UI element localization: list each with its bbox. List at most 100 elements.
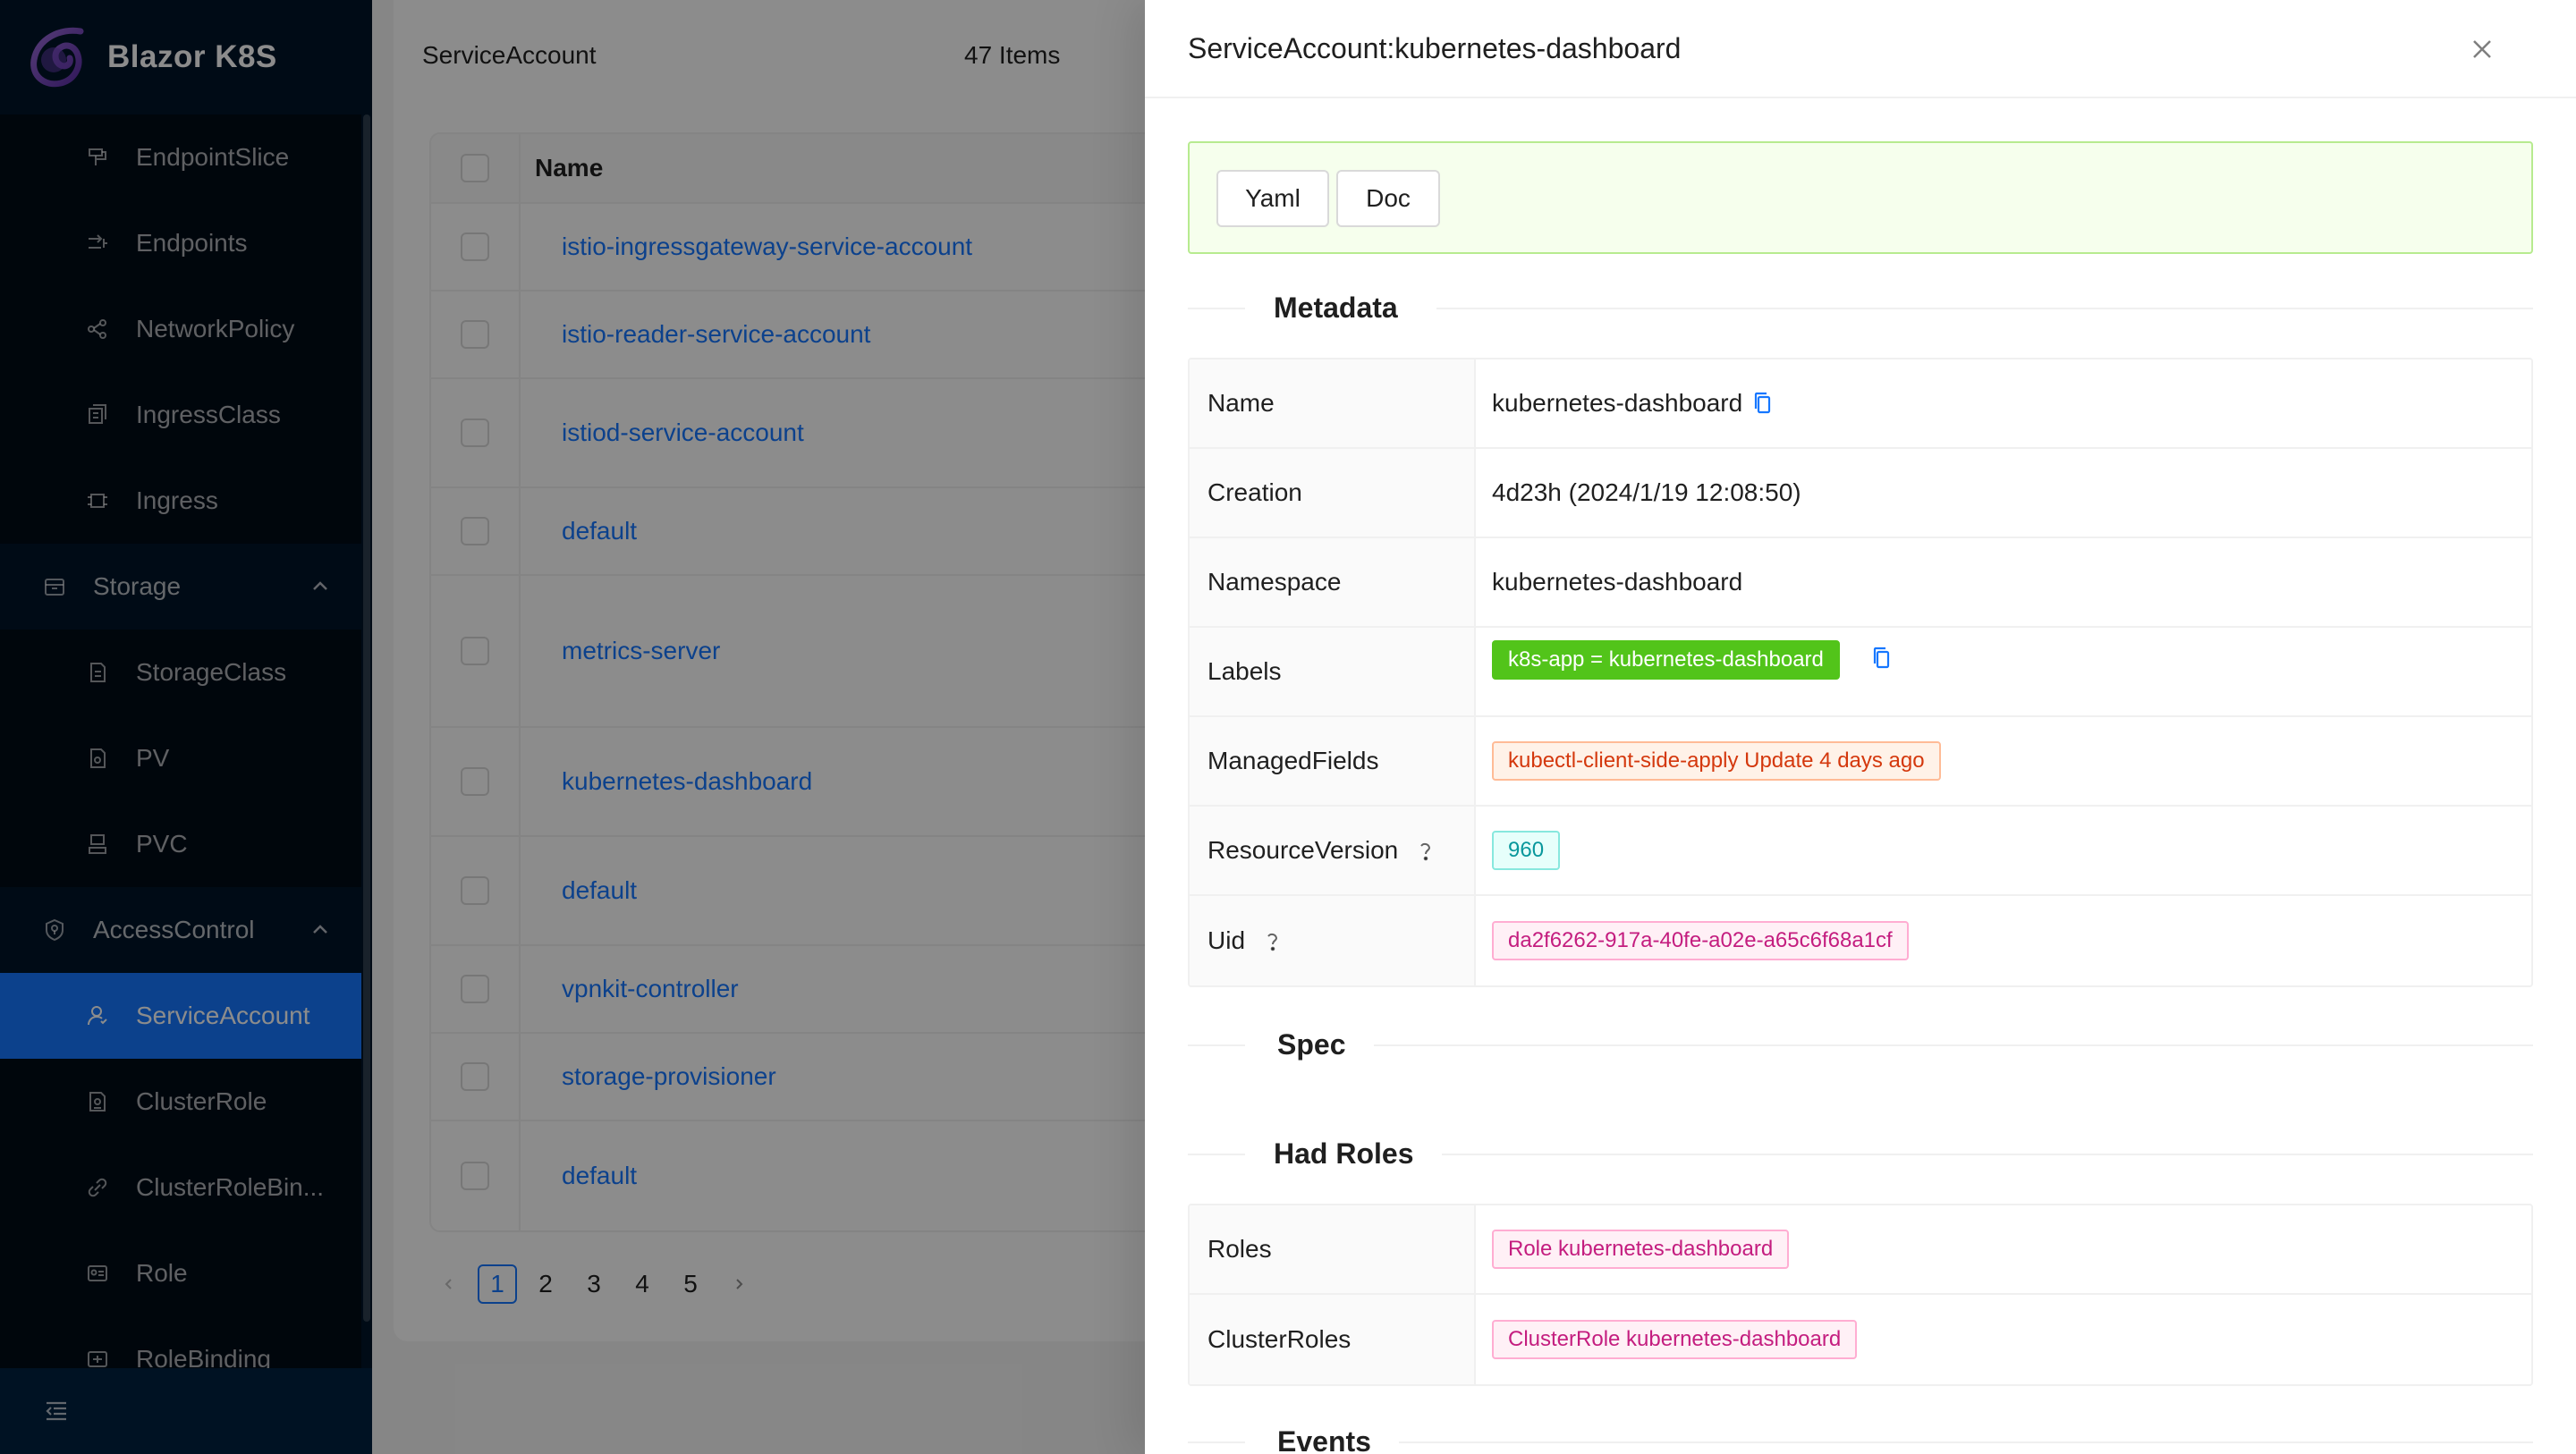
prev-page-button[interactable] <box>429 1264 469 1304</box>
name-value: kubernetes-dashboard <box>1492 389 1743 417</box>
resourceversion-label: ResourceVersion <box>1208 836 1399 864</box>
copy-icon[interactable] <box>1753 391 1773 416</box>
role-tag[interactable]: Role kubernetes-dashboard <box>1492 1230 1790 1269</box>
sidebar-item-rolebinding[interactable]: RoleBinding <box>0 1316 361 1368</box>
page-5-button[interactable]: 5 <box>671 1264 710 1304</box>
doc-button[interactable]: Doc <box>1336 170 1440 227</box>
row-checkbox[interactable] <box>461 637 489 665</box>
sidebar-item-storageclass[interactable]: StorageClass <box>0 630 361 715</box>
sidebar-menu: EndpointSlice Endpoints NetworkPolicy In… <box>0 114 361 1368</box>
metadata-row-managedfields: ManagedFields kubectl-client-side-apply … <box>1190 717 2531 807</box>
detail-drawer: ServiceAccount:kubernetes-dashboard Yaml… <box>1145 0 2576 1454</box>
metadata-row-name: Name kubernetes-dashboard <box>1190 359 2531 449</box>
row-checkbox-cell <box>431 728 521 835</box>
section-title-metadata: Metadata <box>1274 292 1398 324</box>
metadata-divider: Metadata <box>1188 292 2533 324</box>
page-4-button[interactable]: 4 <box>623 1264 662 1304</box>
field-value: ClusterRole kubernetes-dashboard <box>1476 1295 2531 1384</box>
field-label: ManagedFields <box>1190 717 1476 805</box>
clusterrole-icon <box>89 1092 106 1112</box>
metadata-row-labels: Labels k8s-app = kubernetes-dashboard <box>1190 628 2531 717</box>
pvc-icon <box>89 834 106 854</box>
close-icon[interactable] <box>2467 34 2497 64</box>
sidebar-group-label: AccessControl <box>93 916 255 943</box>
sidebar-item-label: RoleBinding <box>136 1345 271 1368</box>
chevron-right-icon <box>736 1279 743 1289</box>
question-icon[interactable] <box>1416 838 1436 863</box>
next-page-button[interactable] <box>719 1264 758 1304</box>
brand[interactable]: Blazor K8S <box>0 0 372 114</box>
row-name-link[interactable]: default <box>521 1162 637 1190</box>
row-name-link[interactable]: default <box>521 517 637 545</box>
clusterrole-tag[interactable]: ClusterRole kubernetes-dashboard <box>1492 1320 1858 1359</box>
select-all-checkbox[interactable] <box>461 154 489 182</box>
column-header-name[interactable]: Name <box>521 154 603 182</box>
row-checkbox[interactable] <box>461 320 489 349</box>
field-value: k8s-app = kubernetes-dashboard <box>1476 628 2531 715</box>
page-1-button[interactable]: 1 <box>478 1264 517 1304</box>
accesscontrol-submenu: ServiceAccount ClusterRole ClusterRoleBi… <box>0 973 361 1368</box>
row-name-link[interactable]: istiod-service-account <box>521 418 804 447</box>
row-name-link[interactable]: kubernetes-dashboard <box>521 767 812 796</box>
sidebar-item-ingressclass[interactable]: IngressClass <box>0 372 361 458</box>
row-checkbox-cell <box>431 1034 521 1120</box>
sidebar-item-pv[interactable]: PV <box>0 715 361 801</box>
sidebar-collapse-trigger[interactable] <box>0 1368 372 1454</box>
creation-value: 4d23h (2024/1/19 12:08:50) <box>1492 478 1801 506</box>
metadata-descriptions: Name kubernetes-dashboard Creation 4d23h… <box>1188 358 2533 987</box>
row-name-link[interactable]: metrics-server <box>521 637 720 665</box>
sidebar: Blazor K8S EndpointSlice Endpoints Netwo… <box>0 0 372 1454</box>
sidebar-group-storage[interactable]: Storage <box>0 544 361 630</box>
list-title: ServiceAccount <box>422 41 597 69</box>
app-title: Blazor K8S <box>107 39 277 74</box>
field-value: 960 <box>1476 807 2531 894</box>
sidebar-group-accesscontrol[interactable]: AccessControl <box>0 887 361 973</box>
sidebar-item-ingress[interactable]: Ingress <box>0 458 361 544</box>
sidebar-item-networkpolicy[interactable]: NetworkPolicy <box>0 286 361 372</box>
row-checkbox[interactable] <box>461 418 489 447</box>
question-icon[interactable] <box>1263 928 1283 953</box>
endpoints-icon <box>89 234 107 249</box>
row-checkbox[interactable] <box>461 1062 489 1091</box>
ingressclass-icon <box>89 404 106 424</box>
action-bar: Yaml Doc <box>1188 141 2533 254</box>
row-checkbox[interactable] <box>461 876 489 905</box>
sidebar-item-role[interactable]: Role <box>0 1230 361 1316</box>
row-checkbox[interactable] <box>461 975 489 1003</box>
sidebar-item-clusterrolebinding[interactable]: ClusterRoleBin... <box>0 1145 361 1230</box>
page-3-button[interactable]: 3 <box>574 1264 614 1304</box>
sidebar-item-endpointslice[interactable]: EndpointSlice <box>0 114 361 200</box>
metadata-row-namespace: Namespace kubernetes-dashboard <box>1190 538 2531 628</box>
clusterrolebinding-icon <box>88 1178 107 1197</box>
sidebar-item-endpoints[interactable]: Endpoints <box>0 200 361 286</box>
storage-submenu: StorageClass PV PVC <box>0 630 361 887</box>
chevron-up-icon <box>313 581 327 590</box>
row-name-link[interactable]: storage-provisioner <box>521 1062 776 1091</box>
copy-icon[interactable] <box>1872 646 1892 671</box>
storageclass-icon <box>90 663 106 682</box>
row-checkbox[interactable] <box>461 767 489 796</box>
page-2-button[interactable]: 2 <box>526 1264 565 1304</box>
row-name-link[interactable]: istio-ingressgateway-service-account <box>521 232 972 261</box>
metadata-row-resourceversion: ResourceVersion 960 <box>1190 807 2531 896</box>
row-checkbox-cell <box>431 204 521 290</box>
section-title-spec: Spec <box>1277 1028 1346 1061</box>
uid-tag: da2f6262-917a-40fe-a02e-a65c6f68a1cf <box>1492 921 1909 960</box>
row-checkbox[interactable] <box>461 1162 489 1190</box>
blazor-logo-icon <box>30 27 84 88</box>
sidebar-item-clusterrole[interactable]: ClusterRole <box>0 1059 361 1145</box>
sidebar-item-label: ServiceAccount <box>136 1002 310 1029</box>
section-title-roles: Had Roles <box>1274 1137 1414 1170</box>
sidebar-item-label: ClusterRoleBin... <box>136 1173 325 1201</box>
sidebar-item-serviceaccount[interactable]: ServiceAccount <box>0 973 361 1059</box>
row-checkbox[interactable] <box>461 517 489 545</box>
yaml-button[interactable]: Yaml <box>1216 170 1329 227</box>
row-checkbox-cell <box>431 379 521 486</box>
row-name-link[interactable]: default <box>521 876 637 905</box>
sidebar-scrollbar[interactable] <box>363 114 370 1322</box>
roles-divider: Had Roles <box>1188 1137 2533 1170</box>
row-name-link[interactable]: istio-reader-service-account <box>521 320 870 349</box>
sidebar-item-pvc[interactable]: PVC <box>0 801 361 887</box>
row-name-link[interactable]: vpnkit-controller <box>521 975 739 1003</box>
row-checkbox[interactable] <box>461 232 489 261</box>
